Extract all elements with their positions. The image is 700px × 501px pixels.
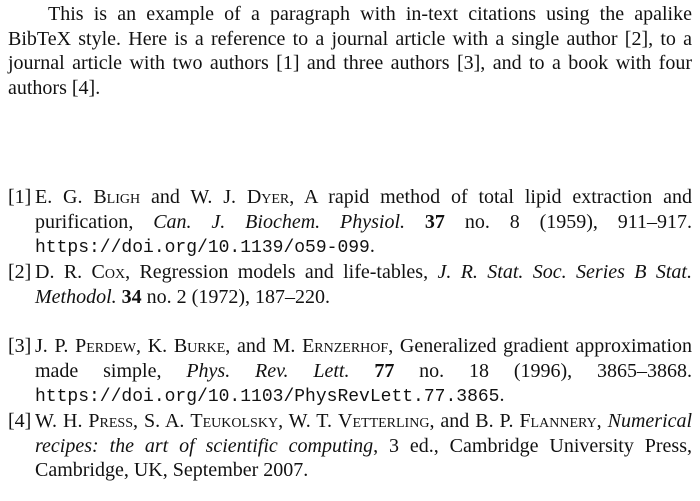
author-initials: S. A.: [143, 410, 185, 432]
paragraph-text: and three authors: [299, 52, 457, 75]
doi-link[interactable]: https://doi.org/10.1103/PhysRevLett.77.3…: [35, 387, 499, 407]
reference-number: [3]: [8, 335, 32, 357]
author-initials: W. J.: [190, 186, 236, 208]
journal-name: Can. J. Biochem. Physiol.: [153, 210, 406, 233]
author-initials: K.: [147, 335, 168, 357]
paragraph-text: .: [95, 76, 101, 99]
author-surname: Burke: [173, 335, 226, 357]
reference-details: no. 2 (1972), 187–220.: [146, 285, 330, 308]
journal-name: Phys. Rev. Lett.: [186, 359, 350, 382]
author-surname: Flannery: [519, 410, 597, 432]
author-separator: , and: [429, 410, 476, 432]
reference-details: no. 8 (1959), 911–917.: [464, 210, 693, 233]
author-initials: E. G.: [35, 186, 83, 208]
author-surname: Vetterling: [338, 410, 430, 432]
citation-link[interactable]: [2]: [625, 28, 648, 50]
citation-link[interactable]: [4]: [72, 77, 95, 99]
author-surname: Dyer: [246, 186, 290, 208]
reference-body: E. G. Bligh and W. J. Dyer, A rapid meth…: [35, 186, 693, 259]
author-initials: J. P.: [35, 335, 69, 357]
reference-item: [3] J. P. Perdew, K. Burke, and M. Ernze…: [8, 334, 692, 410]
volume: 37: [424, 210, 445, 233]
author-separator: and: [140, 186, 191, 208]
reference-body: W. H. Press, S. A. Teukolsky, W. T. Vett…: [35, 410, 693, 482]
author-separator: , and: [225, 335, 273, 357]
punctuation: .: [499, 384, 505, 407]
author-initials: M.: [272, 335, 296, 357]
doi-link[interactable]: https://doi.org/10.1139/o59-099: [35, 238, 370, 258]
reference-number: [4]: [8, 410, 32, 432]
reference-body: D. R. Cox, Regression models and life-ta…: [35, 261, 692, 308]
reference-item: [1] E. G. Bligh and W. J. Dyer, A rapid …: [8, 185, 692, 261]
punctuation: .: [369, 235, 375, 258]
author-surname: Teukolsky: [190, 410, 279, 432]
volume: 34: [121, 285, 142, 308]
author-initials: W. H.: [35, 410, 83, 432]
reference-number: [1]: [8, 186, 32, 208]
reference-item: [4] W. H. Press, S. A. Teukolsky, W. T. …: [8, 409, 692, 483]
author-surname: Press: [88, 410, 134, 432]
author-surname: Perdew: [75, 335, 136, 357]
author-separator: ,: [133, 410, 144, 432]
citation-link[interactable]: [1]: [276, 52, 299, 74]
reference-item: [2] D. R. Cox, Regression models and lif…: [8, 260, 692, 309]
author-surname: Ernzerhof: [302, 335, 389, 357]
author-surname: Cox: [91, 261, 126, 283]
author-separator: ,: [278, 410, 289, 432]
reference-number: [2]: [8, 261, 32, 283]
author-surname: Bligh: [93, 186, 141, 208]
author-initials: W. T.: [288, 410, 333, 432]
reference-details: no. 18 (1996), 3865–3868.: [419, 359, 693, 382]
body-paragraph: This is an example of a paragraph with i…: [8, 0, 692, 100]
author-separator: ,: [135, 335, 148, 357]
author-initials: D. R.: [35, 261, 83, 283]
paragraph-text: This is an example of a paragraph with i…: [8, 3, 692, 50]
volume: 77: [374, 359, 395, 382]
reference-body: J. P. Perdew, K. Burke, and M. Ernzerhof…: [35, 335, 693, 408]
reference-title: Regression models and life-tables: [139, 261, 424, 283]
citation-link[interactable]: [3]: [457, 52, 480, 74]
author-initials: B. P.: [475, 410, 514, 432]
